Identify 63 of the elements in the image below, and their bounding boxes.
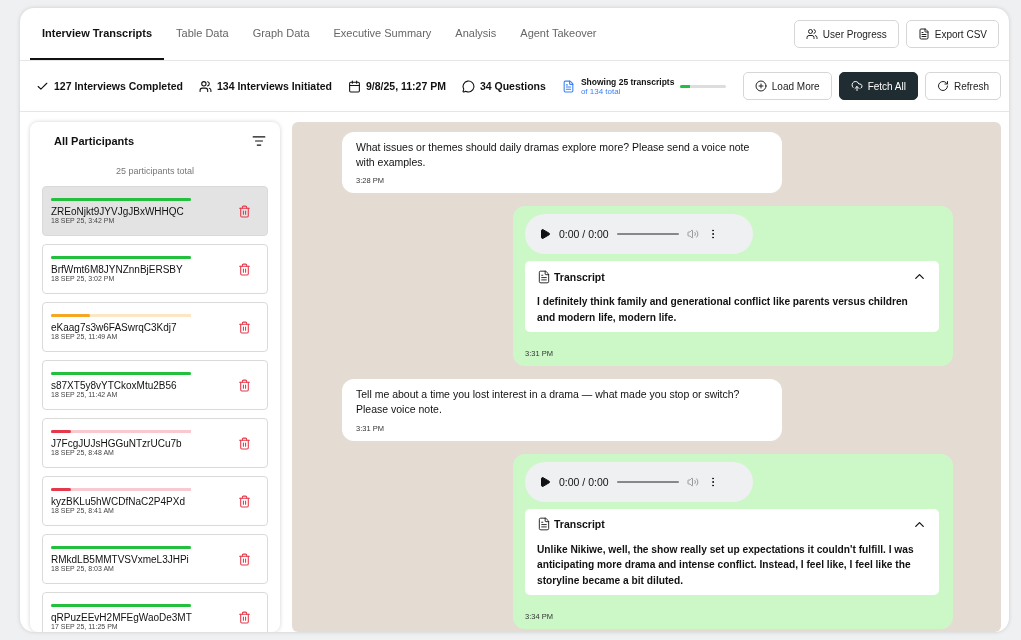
document-icon [537, 517, 551, 531]
trash-icon[interactable] [238, 610, 251, 624]
volume-icon[interactable] [686, 475, 699, 488]
audio-time: 0:00 / 0:00 [559, 228, 609, 241]
question-text: What issues or themes should daily dramas explore more? Please send a voice note with examples. [356, 140, 751, 171]
header-button[interactable]: Export CSV [905, 20, 999, 48]
chat-bubble-icon [461, 79, 475, 93]
participant-id: eKaag7s3w6FASwrqC3Kdj7 [51, 322, 178, 333]
action-button[interactable]: Load More [742, 72, 832, 100]
play-icon[interactable] [539, 228, 551, 241]
action-button[interactable]: Fetch All [838, 72, 918, 100]
transcript-title: Transcript [554, 270, 605, 283]
trash-icon[interactable] [238, 494, 251, 508]
filter-icon[interactable] [252, 134, 266, 148]
question-text: Tell me about a time you lost interest in a drama — what made you stop or switch? Please voice note. [356, 387, 741, 418]
tab[interactable]: Table Data [164, 8, 241, 60]
document-icon [537, 269, 551, 284]
panel-title: All Participants [54, 135, 135, 147]
plus-circle-icon [754, 80, 767, 92]
participant-id: s87XT5y8vYTCkoxMtu2B56 [51, 380, 178, 391]
participant-id: BrfWmt6M8JYNZnnBjERSBY [51, 264, 184, 275]
seek-bar[interactable] [616, 480, 679, 483]
stat-text: 127 Interviews Completed [54, 80, 183, 92]
tab[interactable]: Agent Takeover [508, 8, 609, 60]
seek-bar[interactable] [616, 233, 679, 236]
action-button[interactable]: Refresh [925, 72, 1001, 100]
trash-icon[interactable] [238, 320, 251, 334]
users-icon [805, 28, 818, 40]
audio-player[interactable]: 0:00 / 0:00 [525, 214, 753, 255]
volume-icon[interactable] [686, 228, 699, 241]
tab[interactable]: Analysis [443, 8, 509, 60]
cloud-upload-icon [850, 80, 863, 92]
users-icon [198, 79, 212, 93]
trash-icon[interactable] [238, 378, 251, 392]
trash-icon[interactable] [238, 436, 251, 450]
participant-id: kyzBKLu5hWCDfNaC2P4PXd [51, 496, 186, 507]
play-icon[interactable] [539, 475, 551, 488]
showing-text: Showing 25 transcripts [580, 76, 675, 87]
tab[interactable]: Graph Data [240, 8, 322, 60]
transcript-text: Unlike Nikiwe, well, the show really set up expectations it couldn't fulfill. I was anticipating more drama and intense conflict. Instead, I feel like, I feel like the storyline became a bit diluted. [537, 542, 915, 589]
audio-player[interactable]: 0:00 / 0:00 [525, 461, 753, 502]
stat-text: 134 Interviews Initiated [216, 80, 332, 92]
refresh-icon [937, 80, 949, 92]
transcript-title: Transcript [554, 518, 605, 530]
participant-id: ZREoNjkt9JYVJgJBxWHHQC [51, 206, 185, 217]
trash-icon[interactable] [238, 204, 251, 218]
header-button[interactable]: User Progress [793, 20, 899, 48]
document-icon [917, 28, 930, 40]
total-text: of 134 total [580, 86, 622, 96]
stat-text: 34 Questions [479, 80, 546, 92]
participant-count: 25 participants total [114, 166, 195, 176]
participant-id: qRPuzEEvH2MFEgWaoDe3MT [51, 612, 191, 623]
calendar-icon [347, 79, 361, 93]
document-icon [561, 79, 575, 93]
audio-time: 0:00 / 0:00 [559, 475, 609, 488]
participant-id: J7FcgJUJsHGGuNTzrUCu7b [51, 438, 183, 449]
tab[interactable]: Interview Transcripts [30, 8, 165, 60]
tab[interactable]: Executive Summary [321, 8, 444, 60]
transcript-text: I definitely think family and generational conflict like parents versus children and modern life, modern life. [537, 295, 909, 326]
participant-id: RMkdLB5MMTVSVxmeL3JHPi [51, 554, 190, 565]
trash-icon[interactable] [238, 262, 251, 276]
trash-icon[interactable] [238, 552, 251, 566]
stat-text: 9/8/25, 11:27 PM [365, 80, 446, 92]
